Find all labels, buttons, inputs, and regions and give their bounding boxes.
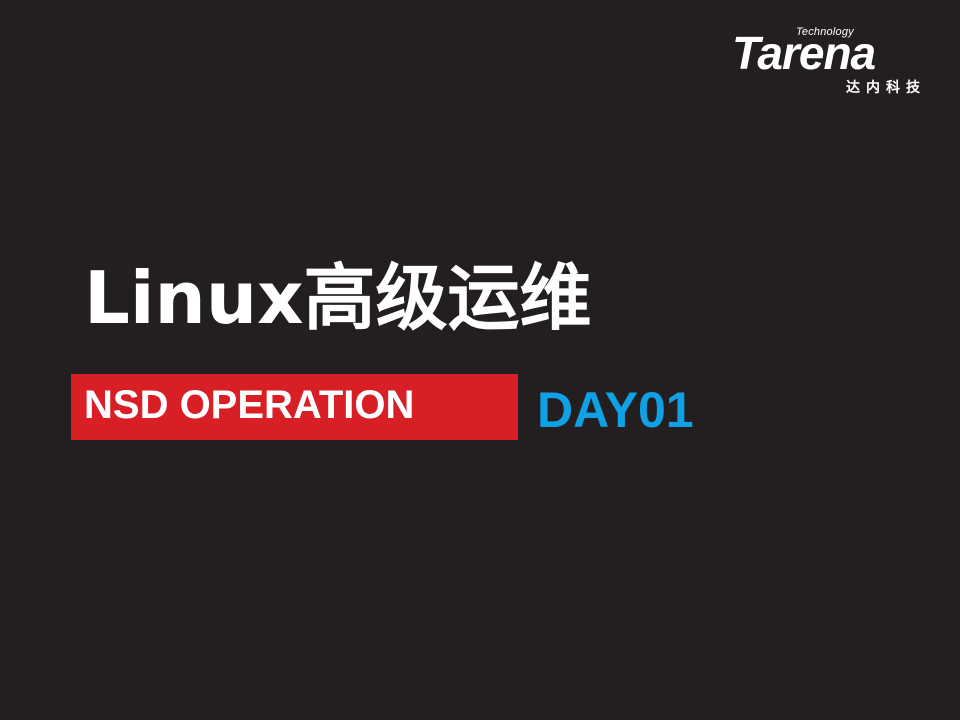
course-banner-label: NSD OPERATION — [84, 383, 415, 427]
logo-wordmark: Tarena — [732, 27, 876, 79]
slide-title: Linux高级运维 — [84, 256, 592, 340]
title-slide: Technology Tarena 达内科技 Linux高级运维 NSD OPE… — [0, 0, 960, 720]
day-label: DAY01 — [537, 382, 694, 438]
logo-chinese-name: 达内科技 — [846, 80, 926, 96]
tarena-logo: Technology Tarena 达内科技 — [732, 26, 932, 98]
course-banner: NSD OPERATION — [71, 374, 518, 440]
